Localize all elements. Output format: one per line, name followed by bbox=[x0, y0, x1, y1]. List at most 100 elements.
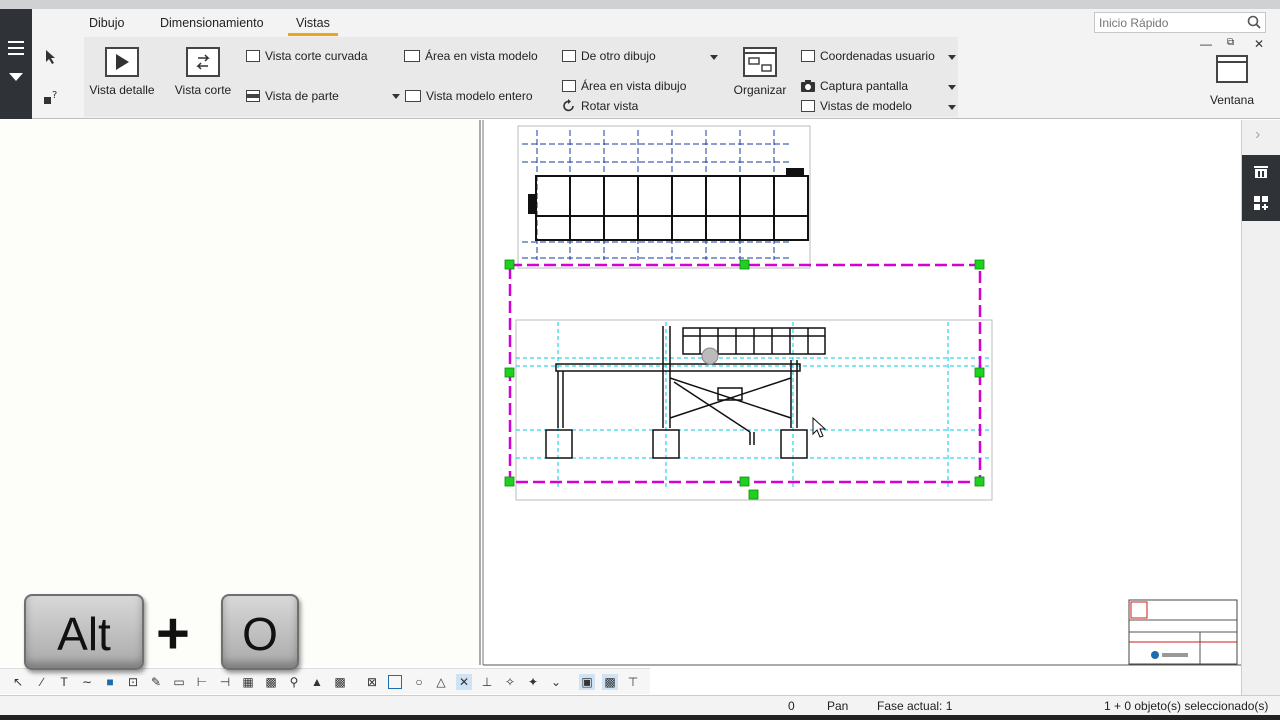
other-drawing-icon bbox=[562, 50, 576, 62]
zoom-tool-icon[interactable]: ⚲ bbox=[286, 674, 302, 690]
snap-perpendicular-icon[interactable]: ⊥ bbox=[479, 674, 495, 690]
snap-midpoint-icon[interactable]: ✧ bbox=[502, 674, 518, 690]
pointer-icon[interactable] bbox=[45, 49, 57, 65]
pin-tool-icon[interactable]: ▲ bbox=[309, 674, 325, 690]
tab-dimensionamiento[interactable]: Dimensionamiento bbox=[160, 16, 264, 30]
help-pointer-icon[interactable]: ? bbox=[43, 89, 59, 105]
selection-handle[interactable] bbox=[974, 476, 985, 487]
side-tools bbox=[1242, 155, 1280, 221]
grid-tool-icon[interactable]: ▦ bbox=[240, 674, 256, 690]
quick-search[interactable] bbox=[1094, 12, 1266, 33]
restore-icon[interactable]: ⧉ bbox=[1227, 37, 1234, 48]
frame-tool-icon[interactable]: ⊡ bbox=[125, 674, 141, 690]
selection-handle[interactable] bbox=[504, 259, 515, 270]
top-view-drawing[interactable] bbox=[517, 125, 811, 269]
snap-mode-icon[interactable]: ▣ bbox=[579, 674, 595, 690]
hatch-tool-icon[interactable]: ▩ bbox=[332, 674, 348, 690]
snap-triangle-icon[interactable]: △ bbox=[433, 674, 449, 690]
text-tool-icon[interactable]: T bbox=[56, 674, 72, 690]
de-otro-dibujo-button[interactable]: De otro dibujo bbox=[562, 49, 656, 63]
camera-icon bbox=[801, 80, 815, 92]
status-value: 0 bbox=[788, 699, 795, 713]
status-mode: Pan bbox=[827, 699, 849, 713]
vista-corte-label: Vista corte bbox=[174, 83, 232, 97]
section-view-icon bbox=[186, 47, 220, 77]
vistas-de-modelo-label: Vistas de modelo bbox=[820, 99, 912, 113]
snap-any-icon[interactable]: ⌄ bbox=[548, 674, 564, 690]
snap-geometry-icon[interactable] bbox=[388, 675, 402, 689]
hamburger-menu-icon[interactable] bbox=[8, 41, 24, 55]
quick-search-input[interactable] bbox=[1095, 13, 1235, 32]
rotar-vista-button[interactable]: Rotar vista bbox=[562, 99, 638, 113]
vistas-de-modelo-dropdown-icon[interactable] bbox=[948, 105, 956, 110]
snap-circle-icon[interactable]: ○ bbox=[411, 674, 427, 690]
area-vista-modelo-button[interactable]: Área en vista modelo bbox=[404, 49, 538, 63]
snap-intersection-icon[interactable]: ✕ bbox=[456, 674, 472, 690]
user-coordinates-icon bbox=[801, 50, 815, 62]
selection-handle[interactable] bbox=[974, 259, 985, 270]
vista-corte-curvada-button[interactable]: Vista corte curvada bbox=[246, 49, 368, 63]
organizar-button[interactable]: Organizar bbox=[729, 47, 791, 97]
selection-handle[interactable] bbox=[504, 367, 515, 378]
snap-ortho-icon[interactable]: ⊤ bbox=[625, 674, 641, 690]
selection-handle[interactable] bbox=[504, 476, 515, 487]
line-tool-icon[interactable]: ∕ bbox=[34, 674, 50, 690]
captura-dropdown-icon[interactable] bbox=[948, 85, 956, 90]
search-icon[interactable] bbox=[1247, 15, 1261, 29]
vistas-de-modelo-button[interactable]: Vistas de modelo bbox=[801, 99, 912, 113]
coordenadas-dropdown-icon[interactable] bbox=[948, 55, 956, 60]
curved-section-icon bbox=[246, 50, 260, 62]
measure-tool-icon[interactable]: ⊣ bbox=[217, 674, 233, 690]
select-tool-icon[interactable]: ↖ bbox=[10, 674, 26, 690]
right-side-panel: › bbox=[1241, 120, 1280, 695]
part-view-icon bbox=[246, 90, 260, 102]
edit-tool-icon[interactable]: ✎ bbox=[148, 674, 164, 690]
arrange-icon bbox=[743, 47, 777, 77]
coordenadas-usuario-label: Coordenadas usuario bbox=[820, 49, 935, 63]
ventana-button[interactable]: Ventana bbox=[1197, 55, 1267, 107]
rotate-icon bbox=[563, 99, 574, 112]
de-otro-dibujo-dropdown-icon[interactable] bbox=[710, 55, 718, 60]
selection-handle[interactable] bbox=[748, 489, 759, 500]
catalog-icon[interactable] bbox=[1253, 163, 1269, 179]
vistas-panel: Vista detalle Vista corte Vista corte cu… bbox=[84, 37, 958, 117]
alt-keycap: Alt bbox=[24, 594, 144, 670]
area-vista-dibujo-button[interactable]: Área en vista dibujo bbox=[562, 79, 686, 93]
tab-dibujo[interactable]: Dibujo bbox=[89, 16, 124, 30]
coordenadas-usuario-button[interactable]: Coordenadas usuario bbox=[801, 49, 935, 63]
vista-corte-button[interactable]: Vista corte bbox=[168, 47, 238, 97]
grid-snap-icon[interactable]: ▩ bbox=[263, 674, 279, 690]
chevron-right-icon[interactable]: › bbox=[1255, 126, 1260, 144]
model-views-icon bbox=[801, 100, 815, 112]
snap-extension-icon[interactable]: ✦ bbox=[525, 674, 541, 690]
whole-model-icon bbox=[405, 90, 421, 102]
fill-tool-icon[interactable]: ■ bbox=[102, 674, 118, 690]
vista-de-parte-label: Vista de parte bbox=[265, 89, 339, 103]
dimension-tool-icon[interactable]: ⊢ bbox=[194, 674, 210, 690]
vista-detalle-label: Vista detalle bbox=[89, 83, 155, 97]
vista-de-parte-button[interactable]: Vista de parte bbox=[246, 89, 339, 103]
minimize-icon[interactable]: — bbox=[1200, 37, 1212, 51]
snap-reference-icon[interactable]: ⊠ bbox=[364, 674, 380, 690]
selection-handle[interactable] bbox=[739, 476, 750, 487]
apps-icon[interactable] bbox=[1253, 195, 1269, 211]
close-icon[interactable]: ✕ bbox=[1254, 37, 1264, 51]
selection-handle[interactable] bbox=[974, 367, 985, 378]
vista-modelo-entero-button[interactable]: Vista modelo entero bbox=[392, 89, 533, 103]
selection-frame[interactable] bbox=[504, 259, 985, 500]
window-icon bbox=[1216, 55, 1248, 83]
captura-pantalla-button[interactable]: Captura pantalla bbox=[801, 79, 908, 93]
o-keycap: O bbox=[221, 594, 299, 670]
polyline-tool-icon[interactable]: ∼ bbox=[79, 674, 95, 690]
selection-handle[interactable] bbox=[739, 259, 750, 270]
chevron-down-icon[interactable] bbox=[392, 93, 400, 99]
vista-modelo-entero-label: Vista modelo entero bbox=[426, 89, 533, 103]
front-view-drawing[interactable] bbox=[515, 319, 993, 501]
plus-sign: + bbox=[156, 601, 190, 666]
status-bar: 0 Pan Fase actual: 1 1 + 0 objeto(s) sel… bbox=[0, 695, 1280, 715]
rectangle-tool-icon[interactable]: ▭ bbox=[171, 674, 187, 690]
snap-area-icon[interactable]: ▩ bbox=[602, 674, 618, 690]
menu-dropdown-icon[interactable] bbox=[9, 73, 23, 81]
tab-vistas[interactable]: Vistas bbox=[288, 16, 338, 36]
vista-detalle-button[interactable]: Vista detalle bbox=[87, 47, 157, 97]
